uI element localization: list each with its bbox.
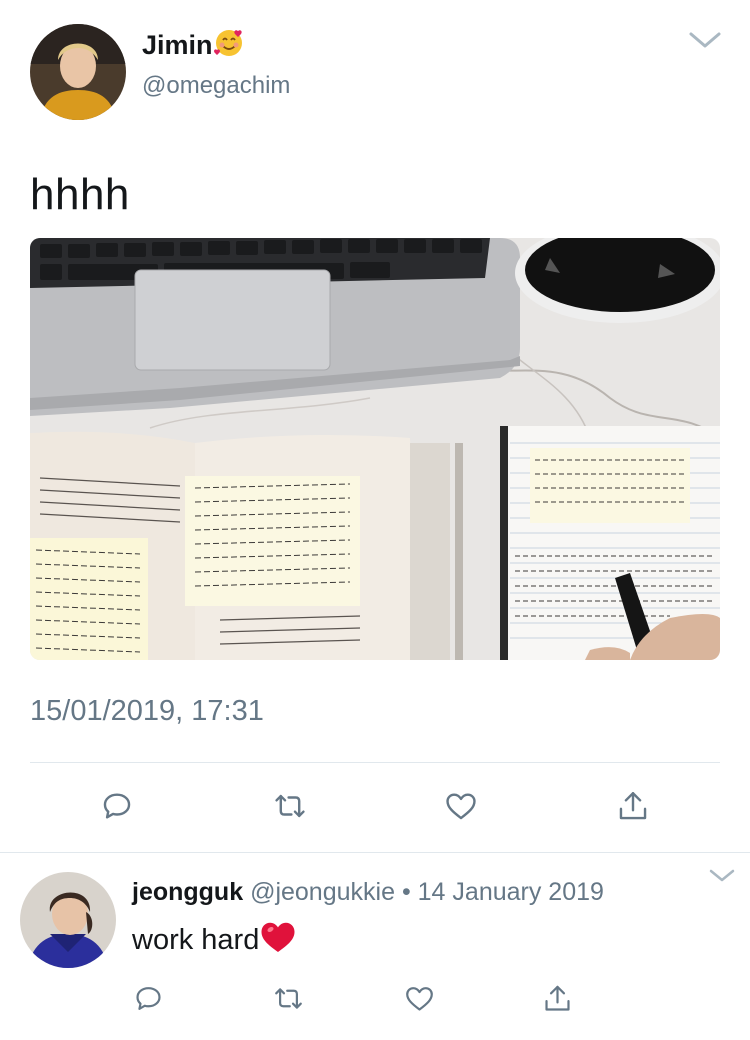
smiling-face-with-hearts-icon bbox=[213, 28, 244, 65]
divider bbox=[30, 762, 720, 763]
author-avatar[interactable] bbox=[30, 24, 126, 120]
author-name: Jimin bbox=[142, 30, 213, 60]
chevron-down-icon[interactable] bbox=[688, 30, 722, 50]
tweet-timestamp[interactable]: 15/01/2019, 17:31 bbox=[30, 695, 264, 728]
author-name-row[interactable]: Jimin bbox=[142, 28, 244, 65]
red-heart-icon bbox=[260, 920, 296, 962]
like-icon[interactable] bbox=[399, 978, 439, 1018]
reply-date: 14 January 2019 bbox=[417, 878, 604, 906]
author-handle[interactable]: @omegachim bbox=[142, 72, 290, 100]
tweet-photo[interactable] bbox=[30, 238, 720, 660]
share-icon[interactable] bbox=[613, 786, 653, 826]
reply-author-handle: @jeongukkie bbox=[250, 878, 395, 906]
share-icon[interactable] bbox=[537, 978, 577, 1018]
tweet-text: hhhh bbox=[30, 170, 130, 219]
retweet-icon[interactable] bbox=[270, 786, 310, 826]
reply-icon[interactable] bbox=[97, 786, 137, 826]
like-icon[interactable] bbox=[441, 786, 481, 826]
divider bbox=[0, 852, 750, 853]
reply-icon[interactable] bbox=[128, 978, 168, 1018]
chevron-down-icon[interactable] bbox=[708, 868, 736, 884]
reply-author-name: jeongguk bbox=[132, 878, 244, 906]
reply-text: work hard bbox=[132, 923, 260, 956]
reply-avatar[interactable] bbox=[20, 872, 116, 968]
reply-header[interactable]: jeongguk @jeongukkie • 14 January 2019 bbox=[132, 878, 604, 907]
reply-text-row: work hard bbox=[132, 918, 296, 962]
reply-separator: • bbox=[401, 878, 411, 906]
retweet-icon[interactable] bbox=[268, 978, 308, 1018]
